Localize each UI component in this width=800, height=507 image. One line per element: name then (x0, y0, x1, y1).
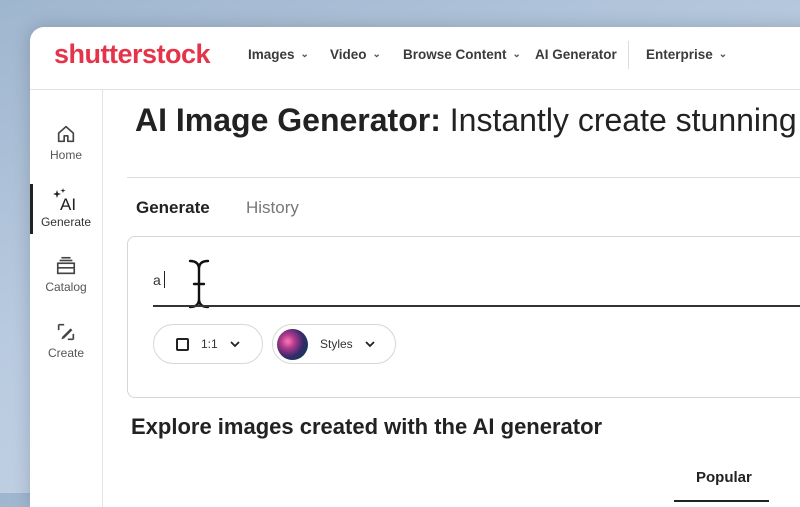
chevron-down-icon: ⌄ (300, 49, 309, 60)
prompt-input[interactable]: a (153, 271, 166, 288)
square-ratio-icon (176, 337, 189, 351)
catalog-icon (56, 256, 76, 275)
tab-generate[interactable]: Generate (136, 198, 210, 218)
nav-browse-content[interactable]: Browse Content ⌄ (403, 47, 521, 62)
prompt-input-value: a (153, 272, 161, 288)
nav-enterprise[interactable]: Enterprise ⌄ (646, 47, 727, 62)
ai-sparkle-icon: AI (53, 188, 76, 212)
style-thumbnail (277, 328, 308, 360)
explore-tab-underline (674, 500, 769, 502)
sidebar-item-create[interactable]: Create (30, 321, 102, 360)
nav-video[interactable]: Video ⌄ (330, 47, 381, 62)
chevron-down-icon (230, 340, 240, 347)
chevron-down-icon: ⌄ (718, 49, 728, 60)
chevron-down-icon: ⌄ (512, 49, 521, 60)
top-nav: shutterstock Images ⌄ Video ⌄ Browse Con… (30, 27, 800, 90)
nav-enterprise-label: Enterprise (646, 47, 713, 62)
aspect-ratio-value: 1:1 (201, 337, 218, 351)
styles-select[interactable]: Styles (272, 324, 396, 364)
explore-tab-popular[interactable]: Popular (696, 469, 752, 486)
text-caret (163, 271, 166, 288)
sidebar-item-label: Create (47, 346, 85, 360)
nav-ai-generator-label: AI Generator (535, 47, 617, 62)
main-content: AI Image Generator: Instantly create stu… (127, 90, 800, 507)
nav-browse-content-label: Browse Content (403, 47, 507, 62)
sidebar-item-catalog[interactable]: Catalog (30, 255, 102, 294)
nav-ai-generator[interactable]: AI Generator (535, 47, 617, 62)
sidebar-item-generate[interactable]: AI Generate (30, 188, 102, 229)
tab-history[interactable]: History (246, 198, 299, 218)
create-icon (57, 323, 75, 341)
sidebar-item-label: Generate (40, 215, 92, 229)
title-divider (127, 177, 800, 178)
nav-video-label: Video (330, 47, 367, 62)
page-title-bold: AI Image Generator: (135, 102, 441, 138)
nav-images[interactable]: Images ⌄ (248, 47, 309, 62)
sidebar-item-label: Home (49, 148, 82, 162)
prompt-panel: a 1:1 Styles (127, 236, 800, 398)
chevron-down-icon: ⌄ (372, 49, 381, 60)
sidebar-item-label: Catalog (45, 280, 87, 294)
svg-text:AI: AI (60, 195, 76, 212)
nav-images-label: Images (248, 47, 295, 62)
left-sidebar: Home AI Generate Catalog Create (30, 90, 103, 507)
aspect-ratio-select[interactable]: 1:1 (153, 324, 263, 364)
styles-label: Styles (320, 337, 353, 351)
ibeam-cursor-icon (187, 258, 211, 310)
nav-divider (628, 41, 629, 69)
sidebar-item-home[interactable]: Home (30, 123, 102, 162)
prompt-underline (153, 305, 800, 307)
explore-section-title: Explore images created with the AI gener… (131, 414, 603, 439)
page-title: AI Image Generator: Instantly create stu… (135, 102, 797, 139)
chevron-down-icon (365, 340, 375, 347)
shutterstock-logo[interactable]: shutterstock (54, 39, 211, 70)
home-icon (57, 125, 75, 143)
page-title-rest: Instantly create stunning (440, 102, 797, 138)
browser-window: shutterstock Images ⌄ Video ⌄ Browse Con… (30, 27, 800, 507)
